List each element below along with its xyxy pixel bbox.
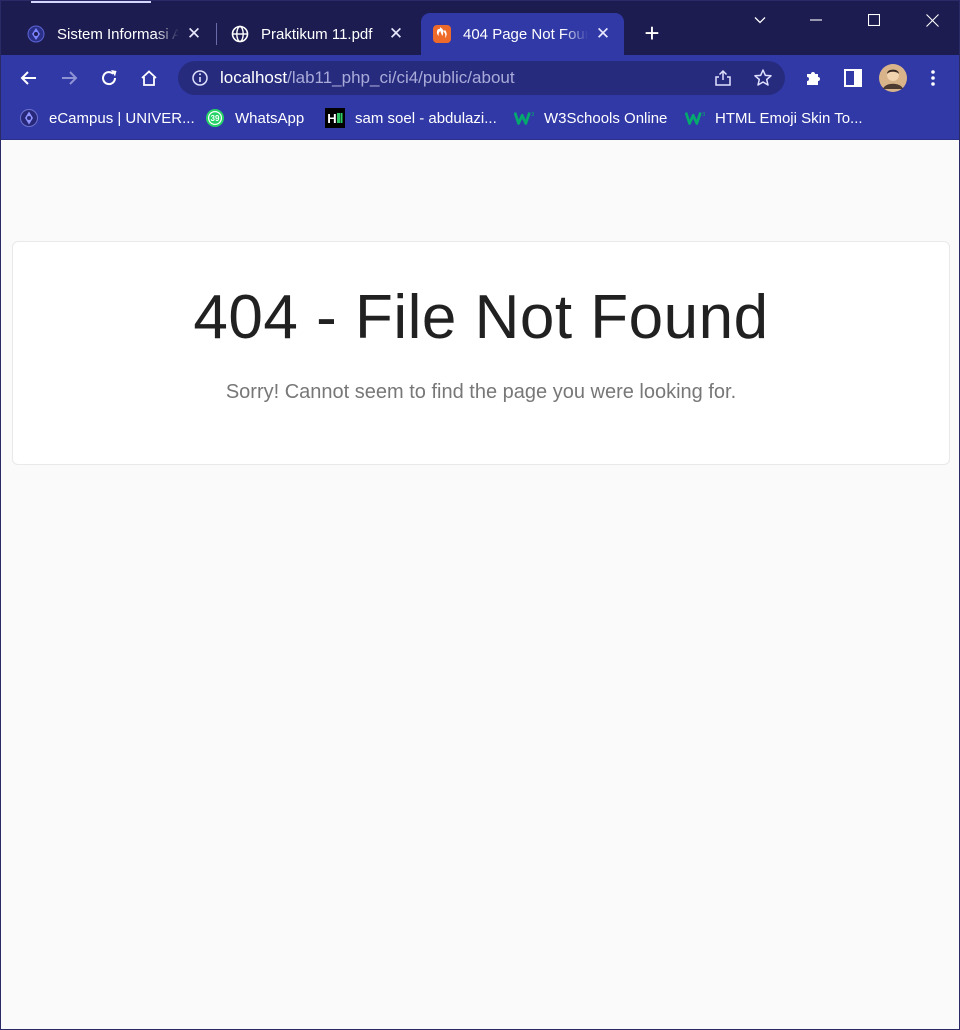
reload-icon bbox=[102, 70, 117, 86]
bookmarks-bar: eCampus | UNIVER... 39 WhatsApp H sam so… bbox=[1, 101, 959, 140]
hackerrank-icon: H bbox=[325, 108, 345, 128]
extensions-button[interactable] bbox=[797, 62, 829, 94]
profile-avatar[interactable] bbox=[877, 62, 909, 94]
url-text: localhost/lab11_php_ci/ci4/public/about bbox=[220, 68, 515, 88]
whatsapp-icon: 39 bbox=[205, 108, 225, 128]
close-icon[interactable]: ✕ bbox=[594, 24, 612, 43]
menu-button[interactable] bbox=[917, 62, 949, 94]
bookmark-label: W3Schools Online bbox=[544, 109, 668, 127]
codeigniter-icon bbox=[433, 25, 451, 43]
browser-window: Sistem Informasi Akademik ✕ Praktikum 11… bbox=[0, 0, 960, 1030]
more-vertical-icon bbox=[931, 70, 935, 86]
tab-404-page[interactable]: 404 Page Not Found ✕ bbox=[421, 13, 624, 55]
chevron-down-icon bbox=[754, 17, 766, 24]
tab-search-button[interactable] bbox=[737, 1, 783, 39]
arrow-left-icon bbox=[20, 71, 36, 85]
tab-title: 404 Page Not Found bbox=[463, 25, 588, 43]
url-host: localhost bbox=[220, 68, 288, 87]
svg-text:3: 3 bbox=[531, 112, 534, 118]
side-panel-icon bbox=[844, 69, 862, 87]
forward-button[interactable] bbox=[53, 62, 85, 94]
back-button[interactable] bbox=[13, 62, 45, 94]
bookmark-label: HTML Emoji Skin To... bbox=[715, 109, 863, 127]
error-heading: 404 - File Not Found bbox=[193, 283, 769, 352]
tab-title: Praktikum 11.pdf bbox=[261, 25, 373, 43]
side-panel-button[interactable] bbox=[837, 62, 869, 94]
puzzle-icon bbox=[807, 72, 820, 85]
bookmark-ecampus[interactable]: eCampus | UNIVER... bbox=[19, 107, 195, 129]
minimize-button[interactable] bbox=[793, 1, 839, 39]
avatar bbox=[879, 64, 907, 92]
maximize-icon bbox=[868, 14, 880, 26]
maximize-button[interactable] bbox=[851, 1, 897, 39]
university-logo-icon bbox=[27, 25, 45, 43]
bookmark-label: sam soel - abdulazi... bbox=[355, 109, 497, 127]
tab-praktikum[interactable]: Praktikum 11.pdf ✕ bbox=[219, 13, 417, 55]
tab-title: Sistem Informasi Akademik bbox=[57, 25, 179, 43]
bookmark-html-emoji[interactable]: 3 HTML Emoji Skin To... bbox=[685, 107, 863, 129]
star-icon[interactable] bbox=[753, 68, 773, 88]
tab-sistem-informasi[interactable]: Sistem Informasi Akademik ✕ bbox=[15, 13, 215, 55]
reload-button[interactable] bbox=[93, 62, 125, 94]
tab-strip: Sistem Informasi Akademik ✕ Praktikum 11… bbox=[1, 1, 959, 55]
hackerrank-letter: H bbox=[327, 111, 336, 126]
close-window-button[interactable] bbox=[909, 1, 955, 39]
university-logo-icon bbox=[19, 108, 39, 128]
bookmark-w3schools[interactable]: 3 W3Schools Online bbox=[514, 107, 667, 129]
close-icon[interactable]: ✕ bbox=[185, 24, 203, 43]
bookmark-label: WhatsApp bbox=[235, 109, 305, 127]
bookmark-label: eCampus | UNIVER... bbox=[49, 109, 195, 127]
bookmark-whatsapp[interactable]: 39 WhatsApp bbox=[205, 107, 304, 129]
window-accent-line bbox=[31, 1, 151, 3]
close-icon bbox=[925, 13, 939, 27]
error-card: 404 - File Not Found Sorry! Cannot seem … bbox=[12, 241, 950, 465]
minimize-icon bbox=[810, 19, 822, 21]
arrow-right-icon bbox=[62, 71, 78, 85]
page-viewport: 404 - File Not Found Sorry! Cannot seem … bbox=[1, 141, 959, 1029]
bookmark-sam-soel[interactable]: H sam soel - abdulazi... bbox=[325, 107, 497, 129]
w3schools-icon: 3 bbox=[685, 108, 705, 128]
svg-text:3: 3 bbox=[702, 112, 705, 118]
tab-separator bbox=[216, 23, 217, 45]
home-button[interactable] bbox=[133, 62, 165, 94]
new-tab-button[interactable]: + bbox=[639, 20, 665, 47]
home-icon bbox=[141, 70, 157, 86]
share-icon[interactable] bbox=[713, 68, 733, 88]
info-icon[interactable] bbox=[190, 68, 210, 88]
error-message: Sorry! Cannot seem to find the page you … bbox=[225, 381, 737, 403]
w3schools-icon: 3 bbox=[514, 108, 534, 128]
close-icon[interactable]: ✕ bbox=[387, 24, 405, 43]
unread-badge-text: 39 bbox=[211, 114, 220, 123]
address-bar[interactable]: localhost/lab11_php_ci/ci4/public/about bbox=[178, 61, 785, 95]
globe-icon bbox=[231, 25, 249, 43]
url-path: /lab11_php_ci/ci4/public/about bbox=[287, 68, 515, 87]
